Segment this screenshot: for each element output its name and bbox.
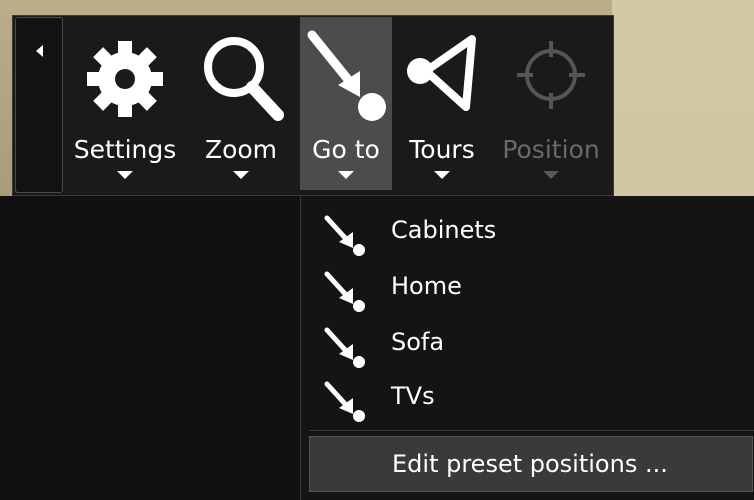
menu-item-cabinets[interactable]: Cabinets — [301, 206, 754, 258]
position-dropdown-caret — [543, 171, 559, 179]
menu-divider — [309, 430, 754, 431]
position-label: Position — [502, 135, 600, 164]
tours-dropdown-caret — [434, 171, 450, 179]
tours-label: Tours — [409, 135, 475, 164]
goto-arrow-icon — [324, 327, 365, 368]
collapse-left-arrow-icon — [36, 45, 43, 57]
goto-arrow-icon — [324, 381, 365, 422]
goto-dropdown-caret — [338, 171, 354, 179]
menu-item-label: Home — [391, 272, 462, 300]
goto-arrow-icon — [324, 215, 365, 256]
menu-item-sofa[interactable]: Sofa — [301, 318, 754, 370]
zoom-label: Zoom — [204, 135, 278, 164]
menu-item-home[interactable]: Home — [301, 262, 754, 314]
collapse-toolbar-button[interactable] — [15, 17, 63, 193]
settings-dropdown-caret — [117, 171, 133, 179]
goto-arrow-icon — [307, 30, 386, 121]
menu-item-label: Sofa — [391, 328, 445, 356]
zoom-dropdown-caret — [233, 171, 249, 179]
settings-tool-button[interactable]: Settings — [64, 17, 186, 190]
goto-label: Go to — [312, 135, 380, 164]
tours-icon — [407, 35, 476, 111]
edit-preset-positions-label: Edit preset positions ... — [392, 450, 668, 478]
crosshair-icon — [517, 41, 585, 109]
background-camera-view-right — [612, 0, 754, 196]
goto-tool-button[interactable]: Go to — [300, 17, 392, 190]
goto-arrow-icon — [324, 271, 365, 312]
goto-dropdown-menu: Cabinets Home Sofa TVs Edit preset posit… — [300, 196, 754, 500]
settings-label: Settings — [73, 135, 177, 164]
menu-item-label: Cabinets — [391, 216, 497, 244]
position-tool-button[interactable]: Position — [492, 17, 610, 190]
tours-tool-button[interactable]: Tours — [396, 17, 488, 190]
magnifier-icon — [204, 37, 284, 121]
gear-icon — [87, 41, 163, 117]
menu-item-label: TVs — [391, 382, 435, 410]
menu-item-tvs[interactable]: TVs — [301, 372, 754, 424]
zoom-tool-button[interactable]: Zoom — [186, 17, 296, 190]
edit-preset-positions-button[interactable]: Edit preset positions ... — [309, 436, 753, 492]
